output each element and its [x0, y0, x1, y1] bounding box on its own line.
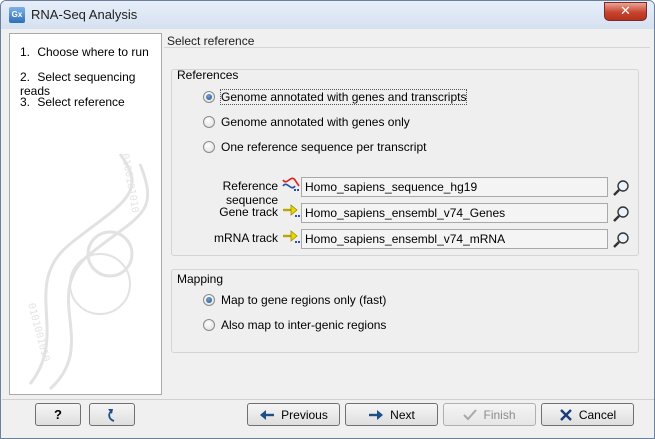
- mrna-track-input[interactable]: Homo_sapiens_ensembl_v74_mRNA: [301, 229, 608, 249]
- radio-map-inter-genic-regions[interactable]: Also map to inter-genic regions: [203, 317, 386, 333]
- previous-label: Previous: [281, 407, 328, 422]
- radio-label: Map to gene regions only (fast): [221, 293, 387, 307]
- mrna-track-label: mRNA track: [213, 231, 278, 245]
- references-group-label: References: [177, 68, 239, 82]
- step-number: 1.: [20, 45, 31, 59]
- radio-genome-genes-only[interactable]: Genome annotated with genes only: [203, 114, 410, 130]
- svg-text:0100101010: 0100101010: [119, 153, 140, 214]
- cancel-label: Cancel: [578, 407, 617, 422]
- radio-one-sequence-per-transcript[interactable]: One reference sequence per transcript: [203, 139, 426, 155]
- browse-reference-sequence-icon[interactable]: [612, 179, 632, 197]
- step-choose-where-to-run: 1. Choose where to run: [20, 45, 149, 59]
- checkmark-icon: [463, 408, 478, 420]
- main-panel: Select reference References Genome annot…: [164, 33, 650, 395]
- radio-label: Also map to inter-genic regions: [221, 318, 387, 332]
- radio-button[interactable]: [203, 116, 215, 128]
- footer-divider: [2, 399, 654, 400]
- reference-sequence-input[interactable]: Homo_sapiens_sequence_hg19: [301, 177, 608, 197]
- next-label: Next: [390, 407, 415, 422]
- finish-button[interactable]: Finish: [443, 403, 536, 426]
- radio-map-gene-regions-only[interactable]: Map to gene regions only (fast): [203, 292, 386, 308]
- cancel-button[interactable]: Cancel: [541, 403, 634, 426]
- sequence-icon: [282, 177, 300, 191]
- arrow-right-icon: [369, 409, 384, 420]
- dna-watermark: 0100101010 0101001010: [25, 153, 150, 391]
- step-label: Select reference: [37, 95, 125, 109]
- finish-label: Finish: [483, 407, 516, 422]
- help-button[interactable]: ?: [35, 403, 81, 426]
- help-label: ?: [54, 407, 62, 422]
- radio-button[interactable]: [203, 91, 215, 103]
- dialog-window: Gx RNA-Seq Analysis ✕ 1. Choose where to…: [0, 0, 655, 439]
- gene-track-label: Gene track: [219, 205, 278, 219]
- step-number: 2.: [20, 70, 31, 84]
- track-icon: [283, 230, 300, 243]
- reference-sequence-label: Reference sequence: [222, 179, 278, 207]
- step-select-reference: 3. Select reference: [20, 95, 125, 109]
- gene-track-input[interactable]: Homo_sapiens_ensembl_v74_Genes: [301, 203, 608, 223]
- step-label: Choose where to run: [37, 45, 149, 59]
- next-button[interactable]: Next: [345, 403, 438, 426]
- browse-gene-track-icon[interactable]: [612, 205, 632, 223]
- mapping-group: Mapping Map to gene regions only (fast) …: [171, 269, 639, 353]
- title-divider: [164, 47, 650, 48]
- radio-button[interactable]: [203, 294, 215, 306]
- step-select-sequencing-reads: 2. Select sequencing reads: [20, 70, 161, 98]
- references-group: References Genome annotated with genes a…: [171, 68, 639, 256]
- title-bar[interactable]: Gx RNA-Seq Analysis ✕: [1, 1, 654, 29]
- steps-panel: 1. Choose where to run 2. Select sequenc…: [9, 33, 162, 395]
- mapping-group-label: Mapping: [177, 272, 224, 286]
- window-title: RNA-Seq Analysis: [31, 7, 138, 22]
- browse-mrna-track-icon[interactable]: [612, 231, 632, 249]
- radio-label: One reference sequence per transcript: [221, 140, 427, 154]
- app-icon: Gx: [9, 7, 25, 23]
- step-label: Select sequencing reads: [20, 70, 136, 98]
- radio-label: Genome annotated with genes only: [221, 115, 410, 129]
- close-button[interactable]: ✕: [604, 2, 647, 21]
- dialog-body: 1. Choose where to run 2. Select sequenc…: [2, 29, 654, 438]
- panel-title: Select reference: [167, 34, 255, 48]
- close-x-icon: [559, 408, 572, 421]
- radio-genome-genes-transcripts[interactable]: Genome annotated with genes and transcri…: [203, 89, 468, 105]
- radio-button[interactable]: [203, 319, 215, 331]
- radio-button[interactable]: [203, 141, 215, 153]
- undo-icon: [108, 408, 115, 422]
- previous-button[interactable]: Previous: [247, 403, 340, 426]
- radio-label: Genome annotated with genes and transcri…: [219, 89, 468, 105]
- reset-button[interactable]: [89, 403, 135, 426]
- step-number: 3.: [20, 95, 31, 109]
- track-icon: [283, 204, 300, 217]
- arrow-left-icon: [260, 409, 275, 420]
